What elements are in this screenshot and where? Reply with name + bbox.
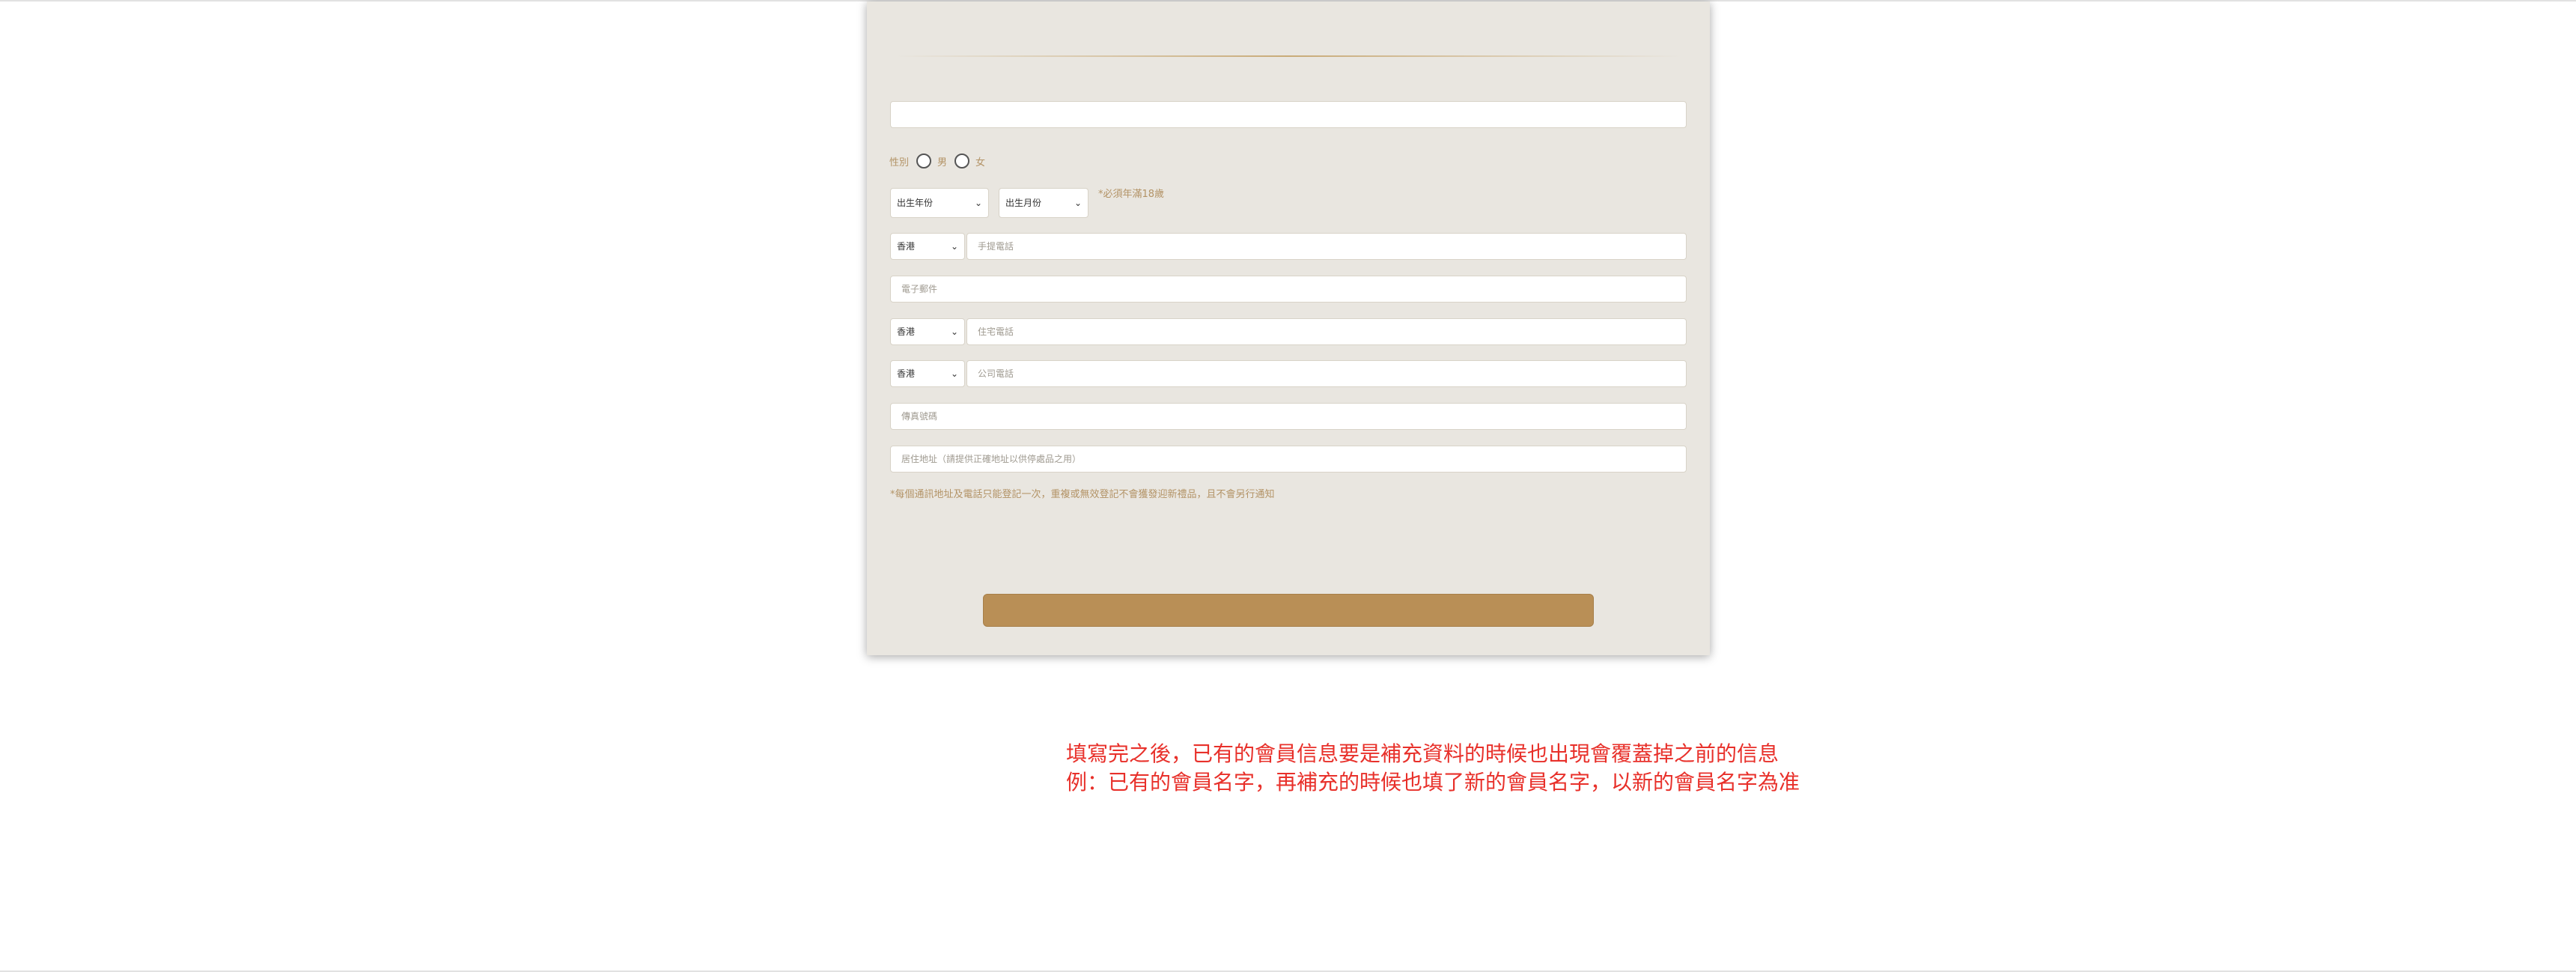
birth-month-value: 出生月份 xyxy=(1005,198,1042,208)
submit-button[interactable] xyxy=(983,594,1594,627)
mobile-region-select[interactable]: 香港 ⌄ xyxy=(890,233,965,260)
age-requirement-note: *必須年滿18歲 xyxy=(1098,189,1165,200)
header-divider xyxy=(895,55,1681,57)
birth-year-value: 出生年份 xyxy=(897,198,934,208)
member-info-form-card: 性別 男 女 出生年份 ⌄ 出生月份 ⌄ *必須年滿18歲 香港 ⌄ 香港 ⌄ … xyxy=(867,1,1710,655)
chevron-down-icon: ⌄ xyxy=(950,368,958,379)
mobile-phone-input[interactable] xyxy=(966,233,1687,260)
home-phone-region-select[interactable]: 香港 ⌄ xyxy=(890,318,965,345)
email-input[interactable] xyxy=(890,276,1687,303)
gender-male-label: 男 xyxy=(937,157,948,168)
chevron-down-icon: ⌄ xyxy=(950,326,958,337)
address-input[interactable] xyxy=(890,446,1687,473)
annotation-line-1: 填寫完之後，已有的會員信息要是補充資料的時候也出現會覆蓋掉之前的信息 xyxy=(1066,741,1779,766)
office-phone-region-value: 香港 xyxy=(897,368,916,379)
registration-footnote: *每個通訊地址及電話只能登記一次，重複或無效登記不會獲發迎新禮品，且不會另行通知 xyxy=(890,489,1275,500)
chevron-down-icon: ⌄ xyxy=(1074,198,1082,208)
mobile-region-value: 香港 xyxy=(897,241,916,252)
office-phone-region-select[interactable]: 香港 ⌄ xyxy=(890,360,965,387)
home-phone-region-value: 香港 xyxy=(897,326,916,337)
annotation-line-2: 例：已有的會員名字，再補充的時候也填了新的會員名字，以新的會員名字為准 xyxy=(1066,770,1800,795)
gender-label: 性別 xyxy=(889,157,910,168)
page: 性別 男 女 出生年份 ⌄ 出生月份 ⌄ *必須年滿18歲 香港 ⌄ 香港 ⌄ … xyxy=(0,0,2576,972)
birth-month-select[interactable]: 出生月份 ⌄ xyxy=(999,188,1088,218)
review-annotation: 填寫完之後，已有的會員信息要是補充資料的時候也出現會覆蓋掉之前的信息 例：已有的… xyxy=(1066,740,1800,797)
gender-row: 性別 男 女 xyxy=(889,150,985,172)
office-phone-input[interactable] xyxy=(966,360,1687,387)
chevron-down-icon: ⌄ xyxy=(950,241,958,252)
gender-female-label: 女 xyxy=(975,157,986,168)
birth-year-select[interactable]: 出生年份 ⌄ xyxy=(890,188,989,218)
name-input[interactable] xyxy=(890,101,1687,128)
gender-female-radio[interactable] xyxy=(954,154,970,168)
fax-input[interactable] xyxy=(890,403,1687,430)
gender-male-radio[interactable] xyxy=(916,154,932,168)
chevron-down-icon: ⌄ xyxy=(974,198,982,208)
home-phone-input[interactable] xyxy=(966,318,1687,345)
